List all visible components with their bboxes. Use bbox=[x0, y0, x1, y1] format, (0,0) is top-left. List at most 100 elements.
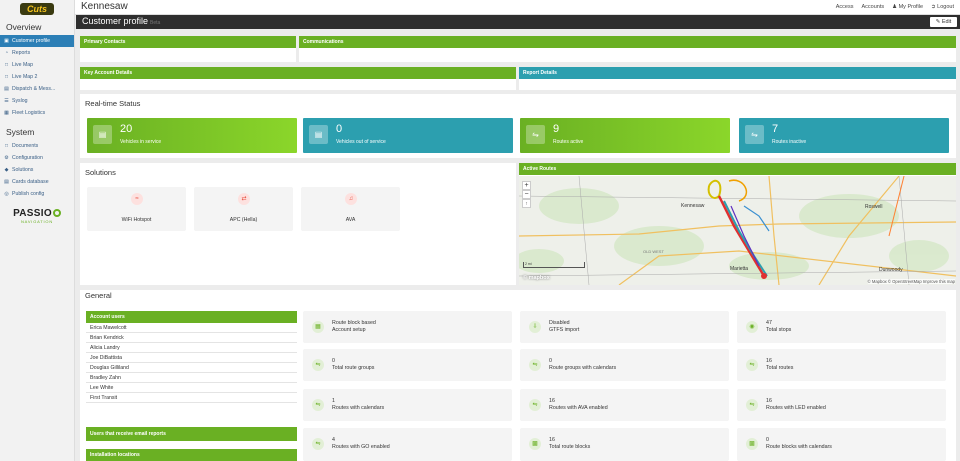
stat-value: 1 bbox=[332, 398, 335, 404]
status-value: 20 bbox=[120, 123, 133, 135]
sidebar-item-reports[interactable]: ◔ Reports bbox=[0, 47, 74, 59]
map-label-dunwoody: Dunwoody bbox=[879, 267, 903, 273]
user-list-item[interactable]: Bradley Zahn bbox=[86, 373, 297, 383]
list-icon: ☰ bbox=[4, 97, 9, 104]
installation-locations-panel: Installation locations bbox=[86, 449, 297, 461]
user-list-item[interactable]: Joe DiBattista bbox=[86, 353, 297, 363]
status-value: 0 bbox=[336, 123, 343, 135]
route-icon: ⇋ bbox=[312, 438, 324, 450]
logout-link[interactable]: ➲ Logout bbox=[931, 4, 954, 10]
route-icon: ⇋ bbox=[526, 125, 545, 144]
sidebar-item-configuration[interactable]: ⚙ Configuration bbox=[0, 152, 74, 164]
solution-label: WiFi Hotspot bbox=[121, 217, 152, 223]
general-title: General bbox=[85, 291, 112, 300]
page-title: Customer profile Beta bbox=[82, 16, 160, 26]
stat-card-routes-with-calendars: ⇋ 1 Routes with calendars bbox=[303, 389, 512, 421]
id-card-icon: ▣ bbox=[4, 37, 9, 44]
sidebar-item-documents[interactable]: □ Documents bbox=[0, 140, 74, 152]
stat-label: Routes with GO enabled bbox=[332, 444, 390, 450]
page-header: Customer profile Beta ✎ Edit bbox=[76, 15, 960, 29]
sidebar-item-live-map-2[interactable]: □ Live Map 2 bbox=[0, 71, 74, 83]
page-subtitle: Beta bbox=[150, 20, 161, 26]
email-reports-header: Users that receive email reports bbox=[86, 427, 297, 441]
speaker-icon: ♫ bbox=[345, 193, 357, 205]
status-card-routes-inactive[interactable]: ⇋ 7 Routes inactive bbox=[739, 118, 949, 153]
stat-label: Account setup bbox=[332, 327, 366, 333]
edit-label: Edit bbox=[941, 19, 952, 25]
stat-card-total-stops: ◉ 47 Total stops bbox=[737, 311, 946, 343]
solution-ava[interactable]: ♫ AVA bbox=[301, 187, 400, 231]
stat-card-account-setup: ▦ Route block based Account setup bbox=[303, 311, 512, 343]
user-list-item[interactable]: Brian Kendrick bbox=[86, 333, 297, 343]
user-list-item[interactable]: Lee White bbox=[86, 383, 297, 393]
user-list-item[interactable]: Alicia Landry bbox=[86, 343, 297, 353]
mapbox-logo[interactable]: © mapbox bbox=[523, 275, 550, 281]
sidebar-item-live-map[interactable]: □ Live Map bbox=[0, 59, 74, 71]
sidebar-item-label: Configuration bbox=[12, 155, 43, 161]
stat-value: 0 bbox=[332, 358, 335, 364]
sidebar-item-solutions[interactable]: ◆ Solutions bbox=[0, 164, 74, 176]
sidebar-item-cards-database[interactable]: ▤ Cards database bbox=[0, 176, 74, 188]
bus-icon: ▤ bbox=[93, 125, 112, 144]
sidebar-item-fleet-logistics[interactable]: ▦ Fleet Logistics bbox=[0, 107, 74, 119]
sidebar-item-publish-config[interactable]: ◎ Publish config bbox=[0, 188, 74, 200]
sidebar-item-customer-profile[interactable]: ▣ Customer profile bbox=[0, 35, 74, 47]
active-routes-header: Active Routes bbox=[519, 163, 956, 175]
sidebar-section-overview: Overview bbox=[6, 22, 42, 32]
passio-tagline: NAVIGATION bbox=[20, 219, 54, 224]
stat-label: Total routes bbox=[766, 365, 794, 371]
zoom-in-button[interactable]: + bbox=[522, 181, 531, 190]
solution-label: APC (Hella) bbox=[229, 217, 258, 223]
zoom-out-button[interactable]: − bbox=[522, 190, 531, 199]
stat-value: Route block based bbox=[332, 320, 376, 326]
sidebar-item-syslog[interactable]: ☰ Syslog bbox=[0, 95, 74, 107]
solution-wifi-hotspot[interactable]: ≈ WiFi Hotspot bbox=[87, 187, 186, 231]
sidebar-item-label: Syslog bbox=[12, 98, 28, 104]
stat-value: 0 bbox=[766, 437, 769, 443]
block-icon: ▩ bbox=[529, 438, 541, 450]
stat-value: 4 bbox=[332, 437, 335, 443]
sidebar-item-label: Live Map bbox=[12, 62, 34, 68]
route-icon: ⇋ bbox=[746, 359, 758, 371]
stat-card-route-groups-with-calendars: ⇋ 0 Route groups with calendars bbox=[520, 349, 729, 381]
stat-value: 47 bbox=[766, 320, 772, 326]
stat-label: Route groups with calendars bbox=[549, 365, 617, 371]
status-label: Routes active bbox=[553, 139, 584, 145]
passio-logo: PASSIO NAVIGATION bbox=[0, 208, 74, 224]
my-profile-link[interactable]: ♟ My Profile bbox=[892, 4, 923, 10]
stat-card-total-route-groups: ⇋ 0 Total route groups bbox=[303, 349, 512, 381]
route-icon: ⇋ bbox=[745, 125, 764, 144]
swap-icon: ⇄ bbox=[238, 193, 250, 205]
map-attribution[interactable]: © Mapbox © OpenStreetMap Improve this ma… bbox=[867, 279, 955, 284]
accounts-link[interactable]: Accounts bbox=[861, 4, 884, 10]
compass-button[interactable]: ↑ bbox=[522, 199, 531, 208]
map-scale: 2 mi bbox=[523, 262, 585, 268]
map-icon: □ bbox=[4, 73, 9, 80]
user-list-item[interactable]: Erica Mawelcott bbox=[86, 323, 297, 333]
map[interactable]: + − ↑ Kennesaw Roswell Marietta Dunwoody… bbox=[519, 176, 956, 285]
map-label-kennesaw: Kennesaw bbox=[681, 203, 705, 209]
solution-apc-hella[interactable]: ⇄ APC (Hella) bbox=[194, 187, 293, 231]
logout-label: Logout bbox=[937, 4, 954, 10]
stat-label: Routes with AVA enabled bbox=[549, 405, 608, 411]
stat-label: Routes with calendars bbox=[332, 405, 385, 411]
status-card-vehicles-in-service[interactable]: ▤ 20 Vehicles in service bbox=[87, 118, 297, 153]
user-list-item[interactable]: First Transit bbox=[86, 393, 297, 403]
sidebar-item-label: Documents bbox=[12, 143, 39, 149]
edit-button[interactable]: ✎ Edit bbox=[930, 17, 957, 27]
passio-brand-name: PASSIO bbox=[13, 208, 52, 219]
primary-contacts-header: Primary Contacts bbox=[80, 36, 296, 48]
sidebar-item-label: Cards database bbox=[12, 179, 49, 185]
status-card-routes-active[interactable]: ⇋ 9 Routes active bbox=[520, 118, 730, 153]
logo[interactable]: Cuts bbox=[0, 0, 74, 17]
sidebar-item-label: Solutions bbox=[12, 167, 34, 173]
access-link[interactable]: Access bbox=[836, 4, 854, 10]
sidebar-item-dispatch-mess[interactable]: ▤ Dispatch & Mess... bbox=[0, 83, 74, 95]
email-reports-panel: Users that receive email reports bbox=[86, 427, 297, 441]
stat-card-routes-with-led-enabled: ⇋ 16 Routes with LED enabled bbox=[737, 389, 946, 421]
user-list-item[interactable]: Douglas Gilliland bbox=[86, 363, 297, 373]
status-label: Vehicles out of service bbox=[336, 139, 386, 145]
stat-value: 16 bbox=[549, 437, 555, 443]
status-card-vehicles-out-of-service[interactable]: ▤ 0 Vehicles out of service bbox=[303, 118, 513, 153]
stat-value: 16 bbox=[766, 398, 772, 404]
